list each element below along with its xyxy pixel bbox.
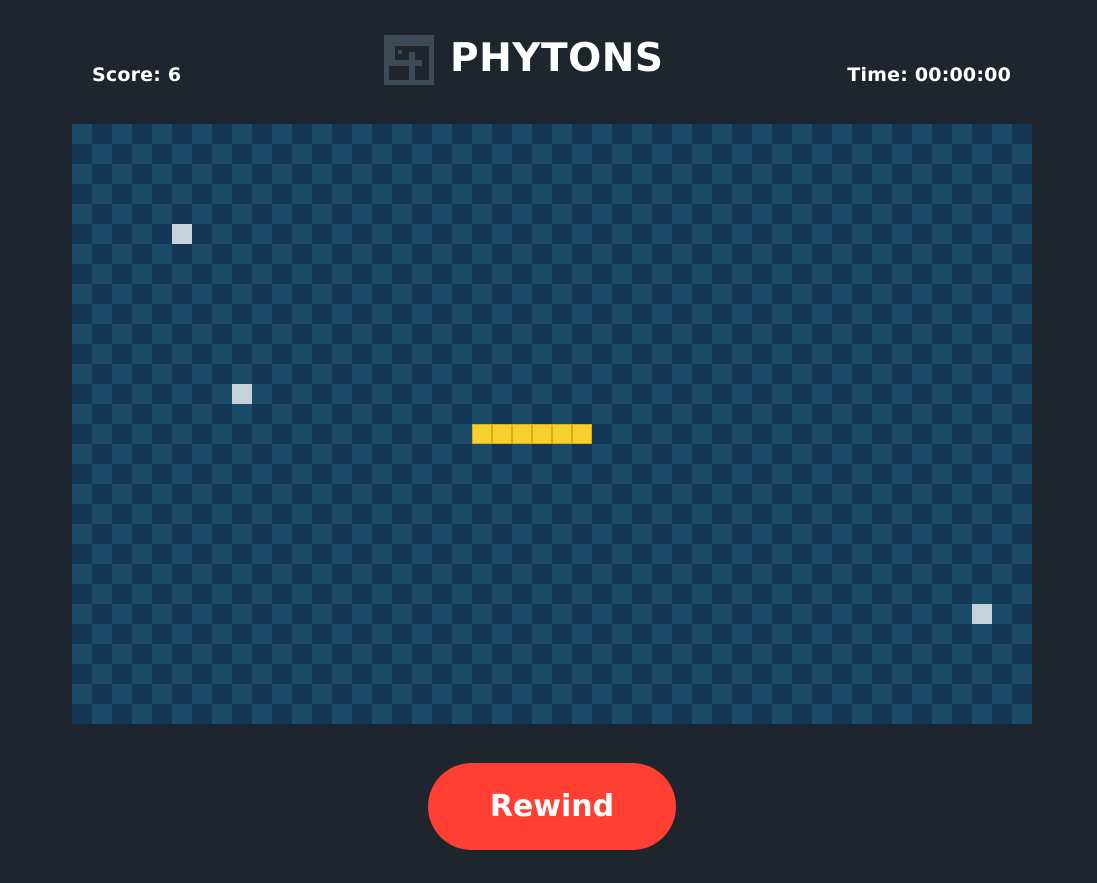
snake-logo-icon — [384, 35, 434, 85]
header: Score: 6 PHYTONS Time: 00:00:00 — [0, 0, 1097, 120]
food-pellet — [232, 384, 252, 404]
snake-segment — [472, 424, 492, 444]
snake-segment — [492, 424, 512, 444]
game-board[interactable] — [72, 124, 1032, 724]
snake-segment — [552, 424, 572, 444]
snake-segment — [532, 424, 552, 444]
food-pellet — [172, 224, 192, 244]
game-title: PHYTONS — [450, 36, 664, 81]
score-display: Score: 6 — [92, 64, 182, 86]
game-page: Score: 6 PHYTONS Time: 00:00:00 Rewind — [0, 0, 1097, 883]
food-pellet — [972, 604, 992, 624]
rewind-button[interactable]: Rewind — [428, 763, 676, 850]
snake-segment — [512, 424, 532, 444]
time-display: Time: 00:00:00 — [847, 64, 1011, 86]
snake-head — [572, 424, 592, 444]
